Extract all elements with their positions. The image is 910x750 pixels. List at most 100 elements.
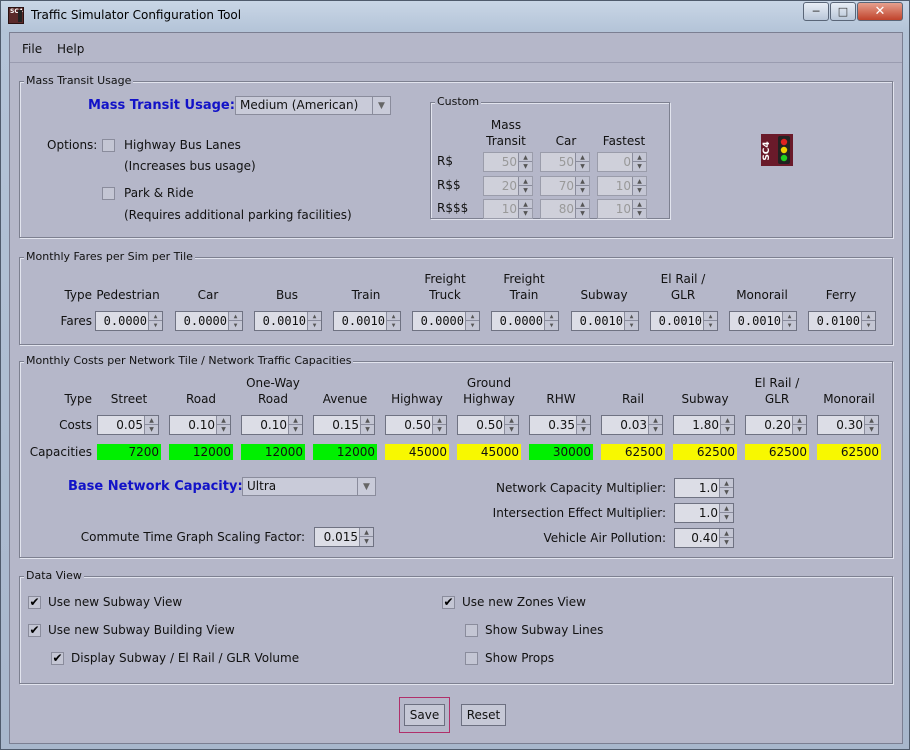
custom-spinner[interactable]: 50 ▲ ▼	[483, 152, 533, 172]
spinner-value: 10	[615, 179, 631, 193]
display-volume-checkbox[interactable]: ✔	[51, 652, 64, 665]
maximize-icon: □	[837, 5, 849, 18]
spinner-value: 0.0000	[183, 314, 227, 328]
mass-transit-group: Mass Transit Usage Mass Transit Usage: M…	[19, 74, 893, 238]
custom-spinner[interactable]: 20 ▲ ▼	[483, 176, 533, 196]
cost-spinner[interactable]: 0.50 ▲ ▼	[457, 415, 519, 435]
fare-spinner[interactable]: 0.0010 ▲ ▼	[571, 311, 639, 331]
intersection-spinner[interactable]: 1.0 ▲ ▼	[674, 503, 734, 523]
cost-spinner[interactable]: 0.35 ▲ ▼	[529, 415, 591, 435]
group-title: Mass Transit Usage	[24, 74, 134, 87]
use-new-zones-view-label: Use new Zones View	[462, 595, 586, 609]
fare-type-header: GLR	[670, 288, 696, 302]
fare-spinner[interactable]: 0.0000 ▲ ▼	[412, 311, 480, 331]
highway-bus-lanes-checkbox[interactable]	[102, 139, 115, 152]
custom-spinner[interactable]: 10 ▲ ▼	[483, 199, 533, 219]
base-capacity-heading: Base Network Capacity:	[68, 479, 243, 494]
fare-spinner[interactable]: 0.0100 ▲ ▼	[808, 311, 876, 331]
cost-spinner[interactable]: 0.20 ▲ ▼	[745, 415, 807, 435]
fares-row-label: Fares	[60, 314, 92, 328]
capacity-cell: 62500	[745, 444, 809, 460]
network-type-header: Road	[185, 392, 217, 406]
fare-type-header: Subway	[580, 288, 628, 302]
fare-spinner[interactable]: 0.0010 ▲ ▼	[333, 311, 401, 331]
custom-spinner[interactable]: 10 ▲ ▼	[597, 176, 647, 196]
costs-group: Monthly Costs per Network Tile / Network…	[19, 354, 893, 558]
cost-spinner[interactable]: 0.30 ▲ ▼	[817, 415, 879, 435]
base-capacity-select[interactable]: Ultra ▼	[242, 477, 376, 496]
cost-spinner[interactable]: 0.03 ▲ ▼	[601, 415, 663, 435]
maximize-button[interactable]: □	[830, 2, 856, 21]
commute-label: Commute Time Graph Scaling Factor:	[80, 530, 305, 544]
menu-help[interactable]: Help	[57, 42, 84, 56]
show-props-checkbox[interactable]	[465, 652, 478, 665]
spinner-value: 0.50	[404, 418, 431, 432]
sc4-traffic-icon: SC4	[8, 7, 24, 24]
capacity-cell: 45000	[457, 444, 521, 460]
col-header-transit: Transit	[486, 134, 526, 148]
park-ride-checkbox[interactable]	[102, 187, 115, 200]
capacity-cell: 12000	[313, 444, 377, 460]
spinner-value: 0.30	[836, 418, 863, 432]
spinner-value: 0.0010	[341, 314, 385, 328]
network-type-header: Road	[257, 392, 289, 406]
custom-spinner[interactable]: 0 ▲ ▼	[597, 152, 647, 172]
capacity-cell: 12000	[169, 444, 233, 460]
network-type-header: Ground	[466, 376, 512, 390]
save-button[interactable]: Save	[404, 704, 445, 726]
custom-spinner[interactable]: 10 ▲ ▼	[597, 199, 647, 219]
network-type-header: Rail	[621, 392, 645, 406]
cost-spinner[interactable]: 0.10 ▲ ▼	[241, 415, 303, 435]
cost-spinner[interactable]: 0.10 ▲ ▼	[169, 415, 231, 435]
network-type-header: Highway	[463, 392, 515, 406]
minimize-icon: ─	[812, 5, 820, 18]
custom-spinner[interactable]: 50 ▲ ▼	[540, 152, 590, 172]
costs-type-label: Type	[64, 392, 92, 406]
commute-spinner[interactable]: 0.015 ▲ ▼	[314, 527, 374, 547]
use-new-zones-view-checkbox[interactable]: ✔	[442, 596, 455, 609]
network-type-header: Subway	[681, 392, 729, 406]
cost-spinner[interactable]: 0.15 ▲ ▼	[313, 415, 375, 435]
mass-transit-heading: Mass Transit Usage:	[88, 98, 235, 113]
data-view-group: Data View ✔ Use new Subway View ✔ Use ne…	[19, 569, 893, 684]
title-bar[interactable]: SC4 Traffic Simulator Configuration Tool…	[1, 1, 909, 31]
fare-type-header: Bus	[275, 288, 299, 302]
cost-spinner[interactable]: 0.50 ▲ ▼	[385, 415, 447, 435]
fare-spinner[interactable]: 0.0000 ▲ ▼	[175, 311, 243, 331]
use-new-subway-building-view-label: Use new Subway Building View	[48, 623, 235, 637]
use-new-subway-building-view-checkbox[interactable]: ✔	[28, 624, 41, 637]
base-capacity-selected: Ultra	[247, 479, 277, 493]
reset-button[interactable]: Reset	[461, 704, 506, 726]
network-multiplier-label: Network Capacity Multiplier:	[496, 481, 666, 495]
sc4-logo-icon: SC4	[761, 134, 793, 166]
show-subway-lines-checkbox[interactable]	[465, 624, 478, 637]
fare-spinner[interactable]: 0.0010 ▲ ▼	[729, 311, 797, 331]
custom-spinner[interactable]: 70 ▲ ▼	[540, 176, 590, 196]
spinner-value: 10	[501, 202, 517, 216]
highway-bus-lanes-note: (Increases bus usage)	[124, 159, 256, 173]
close-button[interactable]: ✕	[857, 2, 903, 21]
show-props-label: Show Props	[485, 651, 555, 665]
spinner-value: 0.0000	[103, 314, 147, 328]
row-label-rsss: R$$$	[437, 201, 469, 215]
fare-type-header: Ferry	[825, 288, 857, 302]
network-multiplier-spinner[interactable]: 1.0 ▲ ▼	[674, 478, 734, 498]
custom-title: Custom	[435, 95, 482, 108]
fare-spinner[interactable]: 0.0010 ▲ ▼	[650, 311, 718, 331]
pollution-spinner[interactable]: 0.40 ▲ ▼	[674, 528, 734, 548]
menu-file[interactable]: File	[22, 42, 42, 56]
cost-spinner[interactable]: 1.80 ▲ ▼	[673, 415, 735, 435]
use-new-subway-view-checkbox[interactable]: ✔	[28, 596, 41, 609]
fare-spinner[interactable]: 0.0000 ▲ ▼	[95, 311, 163, 331]
cost-spinner[interactable]: 0.05 ▲ ▼	[97, 415, 159, 435]
spinner-value: 1.0	[698, 506, 718, 520]
custom-spinner[interactable]: 80 ▲ ▼	[540, 199, 590, 219]
network-type-header: El Rail /	[754, 376, 800, 390]
mass-transit-select[interactable]: Medium (American) ▼	[235, 96, 391, 115]
capacity-cell: 12000	[241, 444, 305, 460]
fare-spinner[interactable]: 0.0010 ▲ ▼	[254, 311, 322, 331]
spinner-value: 20	[501, 179, 517, 193]
mass-transit-selected: Medium (American)	[240, 98, 359, 112]
minimize-button[interactable]: ─	[803, 2, 829, 21]
fare-spinner[interactable]: 0.0000 ▲ ▼	[491, 311, 559, 331]
